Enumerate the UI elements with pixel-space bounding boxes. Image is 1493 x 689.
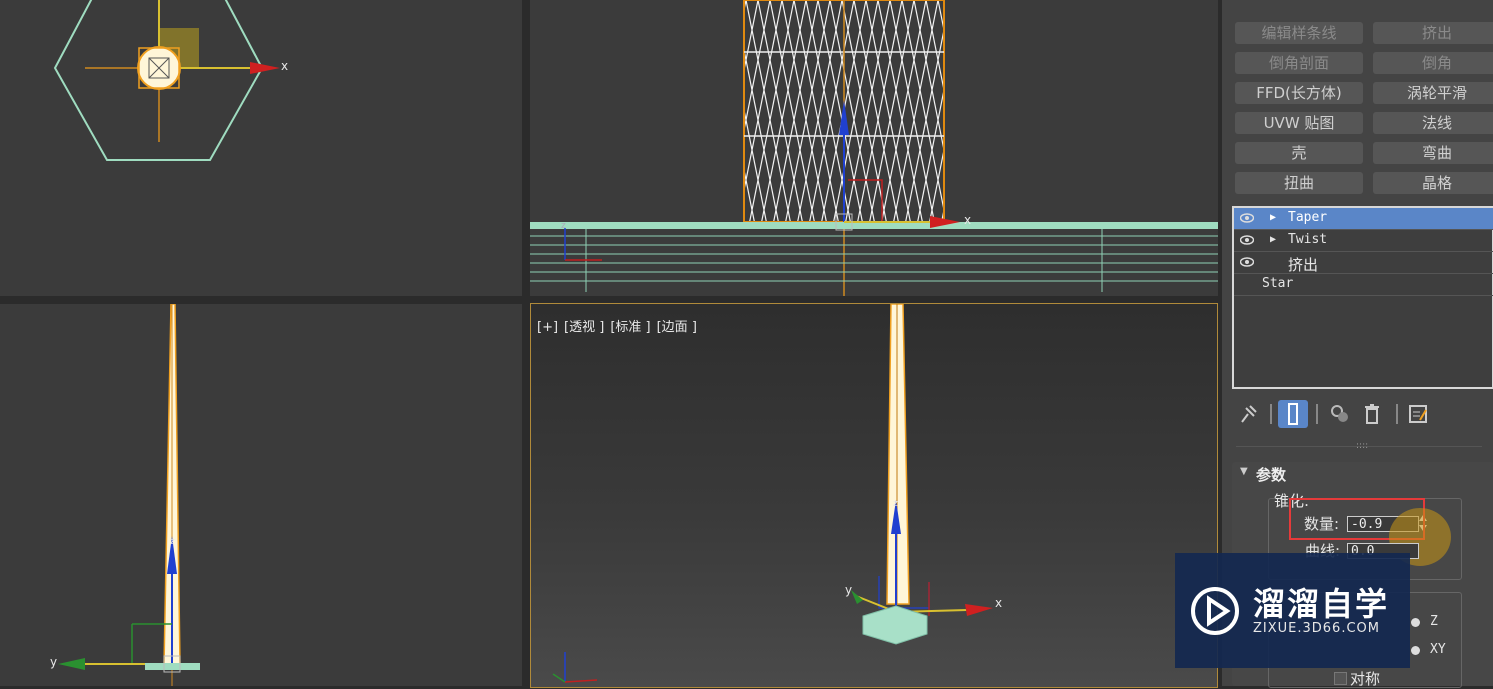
ground-spline	[530, 222, 1218, 229]
configure-sets-icon[interactable]	[1406, 402, 1430, 426]
modifier-stack[interactable]: ▶ Taper ▶ Twist 挤出 Star	[1232, 206, 1493, 389]
expand-arrow-icon[interactable]: ▶	[1270, 212, 1276, 223]
rollout-collapse-icon[interactable]: ▼	[1240, 466, 1248, 477]
trash-icon[interactable]	[1360, 402, 1384, 426]
end-result-icon	[1288, 403, 1298, 425]
viewport-pov-menu[interactable]: [透视 ]	[564, 320, 604, 335]
modifier-button[interactable]: 壳	[1235, 142, 1363, 164]
viewport-perspective[interactable]: x y z [+] [透视 ] [标准 ] [边面 ]	[530, 303, 1218, 688]
eye-icon[interactable]	[1240, 212, 1254, 224]
axis-label-x: x	[964, 213, 971, 227]
modifier-button[interactable]: 涡轮平滑	[1373, 82, 1493, 104]
drag-handle-icon[interactable]: ::::	[1356, 441, 1368, 451]
front-view-canvas: x z	[530, 0, 1218, 296]
watermark-url: ZIXUE.3D66.COM	[1253, 621, 1380, 636]
axis-label-x: x	[281, 59, 288, 73]
radio-xy[interactable]	[1411, 646, 1420, 655]
modifier-button[interactable]: 弯曲	[1373, 142, 1493, 164]
axis-label-z: z	[561, 221, 566, 231]
parameters-header[interactable]: 参数	[1256, 464, 1286, 485]
expand-arrow-icon[interactable]: ▶	[1270, 234, 1276, 245]
modifier-button[interactable]: 编辑样条线	[1235, 22, 1363, 44]
x-axis-arrow	[250, 62, 280, 74]
watermark-title: 溜溜自学	[1253, 585, 1390, 623]
radio-xy-label: XY	[1430, 642, 1446, 657]
modifier-button[interactable]: UVW 贴图	[1235, 112, 1363, 134]
eye-icon[interactable]	[1240, 256, 1254, 268]
watermark-logo: 溜溜自学 ZIXUE.3D66.COM	[1175, 553, 1410, 668]
show-end-result-button[interactable]	[1278, 400, 1308, 428]
symmetry-checkbox[interactable]	[1334, 672, 1347, 685]
viewport-top[interactable]: x	[0, 0, 522, 296]
axis-label-y: y	[845, 583, 852, 597]
stack-item-extrude[interactable]: 挤出	[1234, 252, 1493, 274]
perspective-view-canvas: x y z	[552, 304, 1002, 683]
modifier-button[interactable]: 扭曲	[1235, 172, 1363, 194]
stack-item-label: Taper	[1288, 210, 1328, 225]
top-view-canvas: x	[53, 0, 288, 161]
modifier-button[interactable]: FFD(长方体)	[1235, 82, 1363, 104]
panel-divider: ::::	[1236, 441, 1482, 457]
stack-item-twist[interactable]: ▶ Twist	[1234, 230, 1493, 252]
eye-icon[interactable]	[1240, 234, 1254, 246]
axis-label-y: y	[50, 655, 57, 669]
radio-z-label: Z	[1430, 614, 1438, 629]
spire-perspective	[886, 304, 910, 605]
play-logo-icon	[1191, 587, 1239, 635]
stack-item-taper[interactable]: ▶ Taper	[1234, 208, 1493, 230]
stack-item-label: Star	[1262, 276, 1294, 291]
viewport-label-menu[interactable]: [+] [透视 ] [标准 ] [边面 ]	[537, 316, 703, 335]
viewport-standard-menu[interactable]: [标准 ]	[610, 320, 650, 335]
modifier-button[interactable]: 倒角剖面	[1235, 52, 1363, 74]
modifier-button[interactable]: 倒角	[1373, 52, 1493, 74]
axis-label-z: z	[170, 537, 175, 547]
viewport-front[interactable]: x z	[530, 0, 1218, 296]
viewport-shading-menu[interactable]: [边面 ]	[657, 320, 697, 335]
modifier-button[interactable]: 晶格	[1373, 172, 1493, 194]
make-unique-icon[interactable]	[1328, 402, 1352, 426]
modifier-button[interactable]: 挤出	[1373, 22, 1493, 44]
viewport-plus-menu[interactable]: [+]	[537, 320, 558, 335]
stack-item-star[interactable]: Star	[1234, 274, 1493, 296]
viewport-left[interactable]: y z	[0, 304, 522, 686]
radio-z[interactable]	[1411, 618, 1420, 627]
left-view-canvas: y z	[50, 304, 200, 686]
axis-label-x: x	[995, 596, 1002, 610]
modifier-button[interactable]: 法线	[1373, 112, 1493, 134]
pin-stack-icon[interactable]	[1236, 402, 1260, 426]
stack-item-label: 挤出	[1288, 256, 1319, 274]
axis-label-z: z	[893, 499, 898, 509]
stack-item-label: Twist	[1288, 232, 1328, 247]
